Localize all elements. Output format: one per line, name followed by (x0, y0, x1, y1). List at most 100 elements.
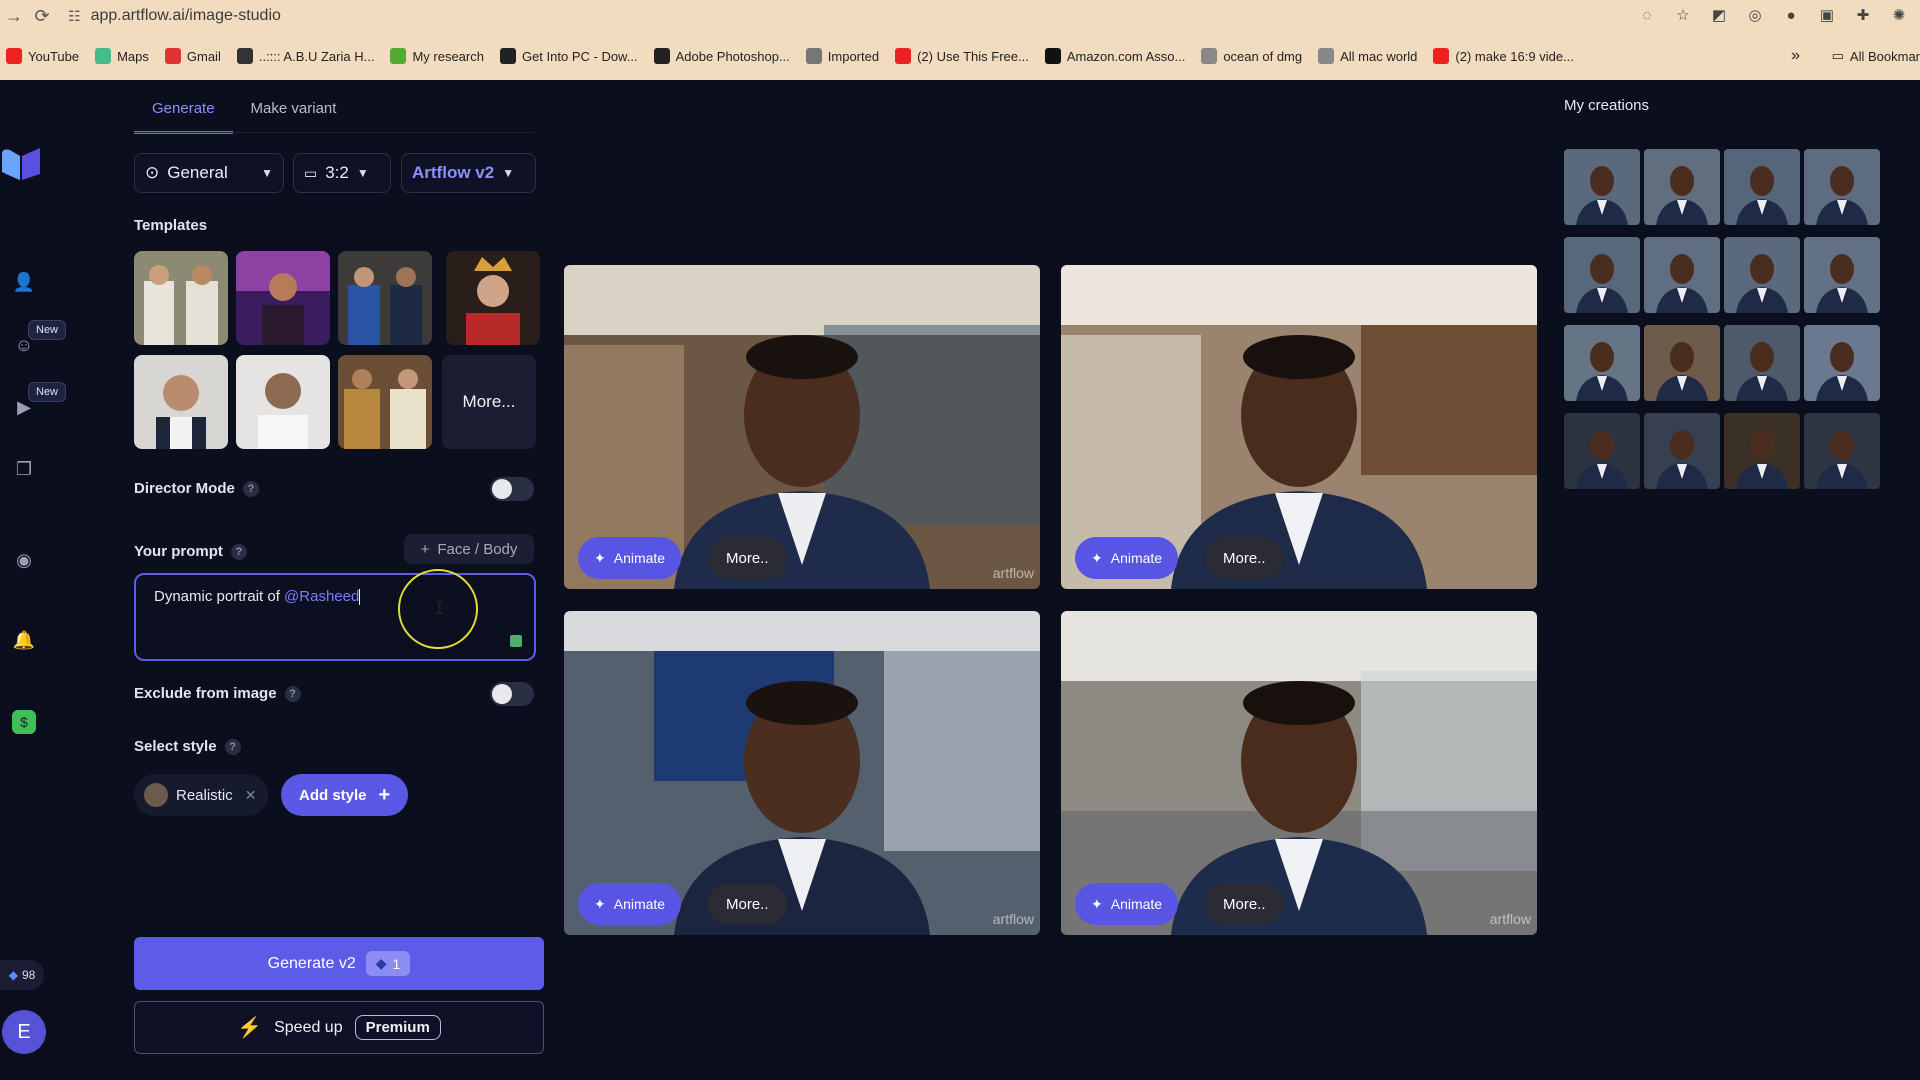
style-chip-realistic[interactable]: Realistic ✕ (134, 774, 269, 816)
bookmark-item[interactable]: (2) make 16:9 vide... (1433, 48, 1574, 64)
bookmarks-overflow-button[interactable]: » (1791, 47, 1800, 65)
director-mode-toggle[interactable] (490, 477, 534, 501)
avatar[interactable]: E (2, 1010, 46, 1054)
tab-divider (134, 132, 534, 133)
bookmark-item[interactable]: My research (390, 48, 484, 64)
more-button[interactable]: More.. (1205, 537, 1284, 579)
url-text[interactable]: app.artflow.ai/image-studio (91, 7, 281, 25)
chevron-down-icon: ▼ (356, 166, 369, 180)
template-thumbnail[interactable] (338, 355, 432, 449)
result-image[interactable]: ✦ Animate More.. artflow (564, 611, 1040, 935)
tab-generate[interactable]: Generate (134, 96, 233, 134)
gallery-icon[interactable]: ❐ (12, 457, 36, 481)
more-button[interactable]: More.. (708, 537, 787, 579)
creation-thumbnail[interactable] (1804, 413, 1880, 489)
creation-thumbnail[interactable] (1724, 237, 1800, 313)
remove-style-icon[interactable]: ✕ (245, 787, 257, 804)
eye-off-icon[interactable]: ◌ (1636, 4, 1658, 26)
creation-thumbnail[interactable] (1644, 149, 1720, 225)
help-icon[interactable]: ? (224, 739, 241, 756)
creation-thumbnail[interactable] (1724, 325, 1800, 401)
user-icon[interactable]: 👤 (12, 270, 36, 294)
bookmark-item[interactable]: ..:::: A.B.U Zaria H... (236, 48, 374, 64)
result-image[interactable]: ✦ Animate More.. artflow (564, 265, 1040, 589)
creation-thumbnail[interactable] (1804, 149, 1880, 225)
profile-k-icon[interactable]: ● (1780, 4, 1802, 26)
add-style-button[interactable]: Add style + (281, 774, 409, 816)
credits-counter[interactable]: ◆ 98 (0, 960, 44, 990)
animate-button[interactable]: ✦ Animate (578, 537, 682, 579)
creation-thumbnail[interactable] (1564, 325, 1640, 401)
template-thumbnail[interactable] (236, 251, 330, 345)
artflow-logo[interactable] (0, 146, 44, 184)
creation-thumbnail[interactable] (1644, 325, 1720, 401)
star-icon[interactable]: ☆ (1672, 4, 1694, 26)
all-bookmarks-button[interactable]: ▭ All Bookmar (1832, 48, 1920, 64)
site-settings-icon[interactable]: ☷ (68, 8, 81, 25)
creation-thumbnail[interactable] (1804, 325, 1880, 401)
face-body-button[interactable]: + Face / Body (404, 534, 534, 564)
template-thumbnail[interactable] (134, 251, 228, 345)
bookmark-item[interactable]: Maps (95, 48, 149, 64)
director-mode-row: Director Mode? (134, 480, 259, 498)
help-icon[interactable]: ? (242, 481, 259, 498)
dollar-icon[interactable]: $ (12, 710, 36, 734)
model-select[interactable]: Artflow v2 ▼ (401, 153, 536, 193)
templates-more-button[interactable]: More... (442, 355, 536, 449)
template-thumbnail[interactable] (236, 355, 330, 449)
reload-icon[interactable]: ⟳ (28, 6, 56, 27)
forward-icon[interactable]: → (0, 6, 28, 27)
chrome-profile-icon[interactable]: ✺ (1888, 4, 1910, 26)
creation-thumbnail[interactable] (1804, 237, 1880, 313)
exclude-toggle[interactable] (490, 682, 534, 706)
bookmark-item[interactable]: (2) Use This Free... (895, 48, 1029, 64)
premium-badge: Premium (354, 1015, 441, 1040)
bookmark-item[interactable]: Gmail (164, 48, 221, 64)
bookmark-label: Imported (827, 48, 880, 64)
text-caret (359, 589, 361, 606)
ratio-select[interactable]: ▭ 3:2 ▼ (293, 153, 391, 193)
sparkle-icon: ✦ (594, 895, 606, 912)
bookmark-label: All mac world (1340, 48, 1418, 64)
creation-thumbnail[interactable] (1644, 237, 1720, 313)
bookmark-item[interactable]: Imported (805, 48, 880, 64)
add-style-label: Add style (299, 786, 367, 804)
address-bar[interactable]: ☷ app.artflow.ai/image-studio (68, 7, 281, 25)
bookmark-item[interactable]: Amazon.com Asso... (1044, 48, 1185, 64)
animate-button[interactable]: ✦ Animate (1075, 883, 1179, 925)
result-image[interactable]: ✦ Animate More.. artflow (1061, 611, 1537, 935)
animate-button[interactable]: ✦ Animate (578, 883, 682, 925)
extension-send-icon[interactable]: ◩ (1708, 4, 1730, 26)
help-icon[interactable]: ? (284, 686, 301, 703)
template-thumbnail[interactable] (338, 251, 432, 345)
creation-thumbnail[interactable] (1724, 149, 1800, 225)
discord-icon[interactable]: ◉ (12, 548, 36, 572)
generate-button[interactable]: Generate v2 ◆ 1 (134, 937, 544, 990)
mode-select[interactable]: ⊙ General ▼ (134, 153, 284, 193)
bell-icon[interactable]: 🔔 (12, 628, 36, 652)
more-button[interactable]: More.. (1205, 883, 1284, 925)
animate-button[interactable]: ✦ Animate (1075, 537, 1179, 579)
bookmark-item[interactable]: Get Into PC - Dow... (499, 48, 638, 64)
help-icon[interactable]: ? (230, 544, 247, 561)
tab-make-variant[interactable]: Make variant (233, 96, 355, 134)
bookmark-item[interactable]: YouTube (6, 48, 79, 64)
speed-up-button[interactable]: ⚡ Speed up Premium (134, 1001, 544, 1054)
creation-thumbnail[interactable] (1724, 413, 1800, 489)
extension-green-icon[interactable]: ▣ (1816, 4, 1838, 26)
camera-icon[interactable]: ◎ (1744, 4, 1766, 26)
template-thumbnail[interactable] (446, 251, 540, 345)
more-button[interactable]: More.. (708, 883, 787, 925)
creation-thumbnail[interactable] (1564, 237, 1640, 313)
creation-thumbnail[interactable] (1564, 149, 1640, 225)
creation-thumbnail[interactable] (1564, 413, 1640, 489)
puzzle-icon[interactable]: ✚ (1852, 4, 1874, 26)
template-thumbnail[interactable] (134, 355, 228, 449)
bookmark-item[interactable]: All mac world (1318, 48, 1417, 64)
mode-select-value: General (167, 163, 228, 182)
creation-thumbnail[interactable] (1644, 413, 1720, 489)
result-image[interactable]: ✦ Animate More.. (1061, 265, 1537, 589)
bookmark-item[interactable]: Adobe Photoshop... (653, 48, 790, 64)
amazon-icon (1044, 48, 1061, 64)
bookmark-item[interactable]: ocean of dmg (1201, 48, 1302, 64)
